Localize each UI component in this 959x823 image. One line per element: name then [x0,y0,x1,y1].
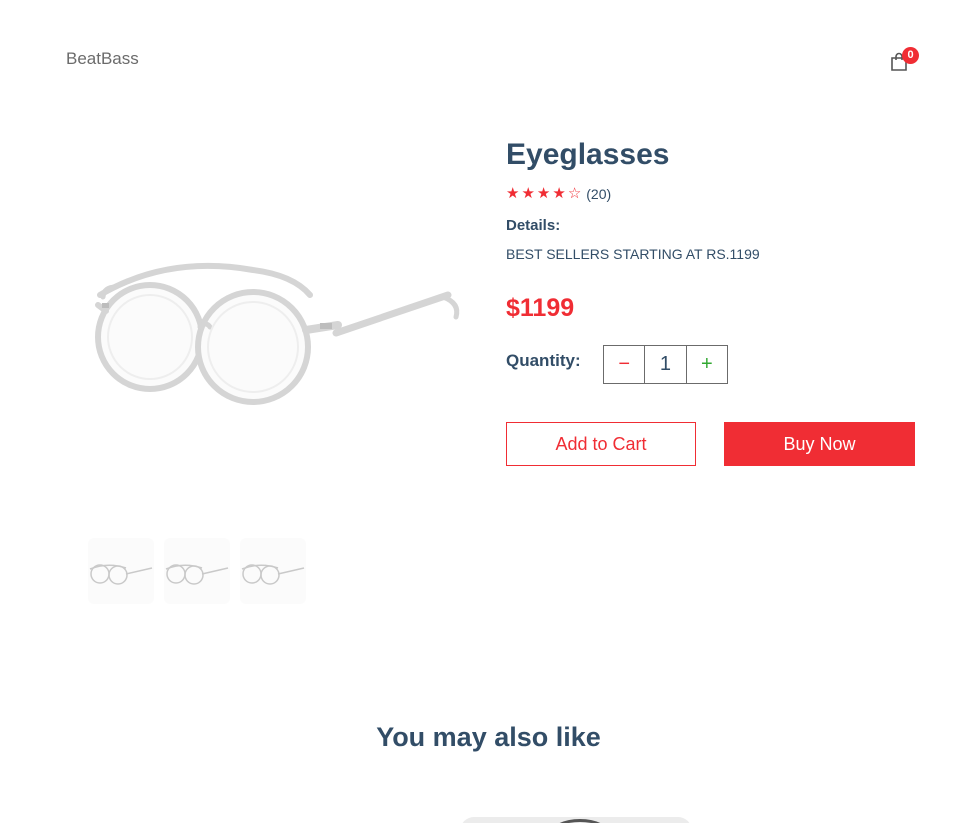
navbar: BeatBass 0 [0,0,959,120]
logo-link[interactable]: BeatBass [66,49,139,69]
star-outline-icon: ☆ [567,185,582,202]
also-like-heading: You may also like [376,722,601,752]
product-title: Eyeglasses [506,138,670,171]
cart-item-qty-badge: 0 [902,47,919,64]
quantity-label: Quantity: [506,351,581,370]
related-product-image [550,819,610,823]
cart-button[interactable]: 0 [886,46,920,76]
star-rating: ★ ★ ★ ★ ☆ [506,186,581,202]
thumbnail-image[interactable] [88,538,154,604]
star-icon: ★ [506,185,520,202]
product-reviews: ★ ★ ★ ★ ☆ (20) [506,186,612,203]
thumbnail-image[interactable] [164,538,230,604]
buy-now-button[interactable]: Buy Now [724,422,915,466]
star-icon: ★ [536,185,551,202]
star-icon: ★ [521,185,535,202]
related-product-card[interactable] [460,817,692,823]
decrease-quantity-button[interactable]: − [604,346,646,383]
increase-quantity-button[interactable]: + [687,346,727,383]
quantity-stepper: − 1 + [603,345,728,384]
add-to-cart-button[interactable]: Add to Cart [506,422,696,466]
quantity-value: 1 [645,346,687,383]
details-label: Details: [506,217,561,234]
thumbnail-image[interactable] [240,538,306,604]
review-count: (20) [586,186,612,202]
details-text: BEST SELLERS STARTING AT RS.1199 [506,246,760,262]
product-main-image [88,125,468,525]
product-price: $1199 [506,294,575,322]
star-icon: ★ [552,185,566,202]
